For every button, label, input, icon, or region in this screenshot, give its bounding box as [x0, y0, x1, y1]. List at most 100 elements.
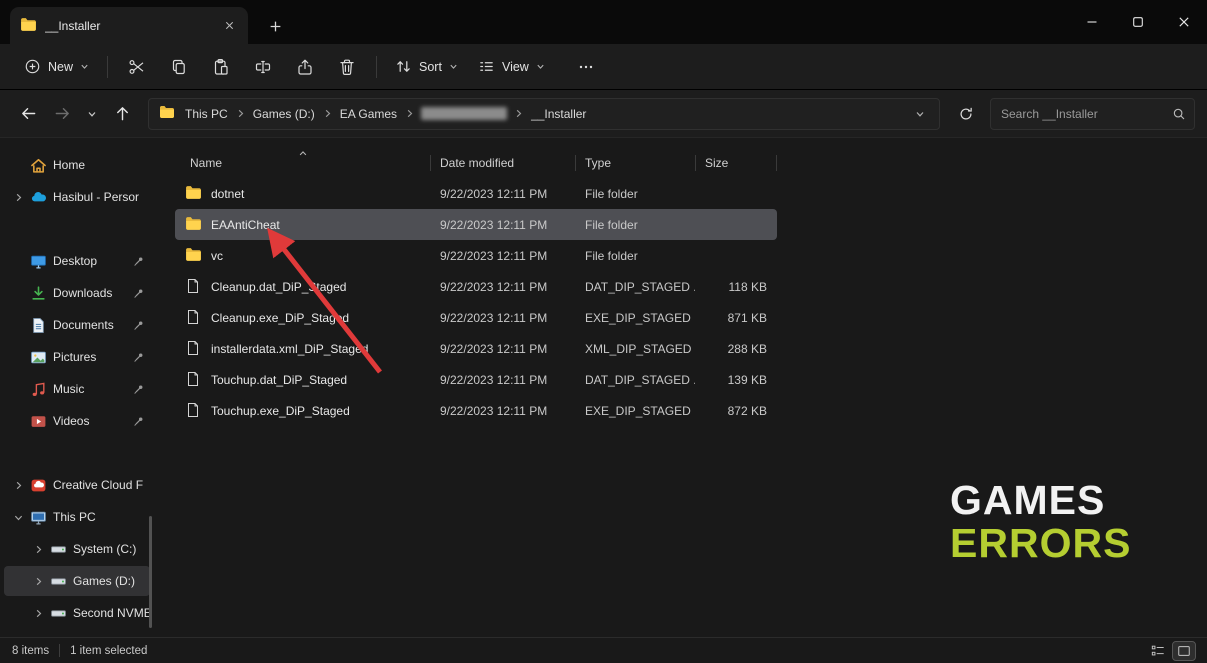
sidebar-item-label: This PC — [53, 510, 150, 524]
chevron-right-icon — [32, 609, 44, 618]
sidebar-item-games-d[interactable]: Games (D:) — [4, 566, 150, 596]
forward-button[interactable] — [46, 98, 78, 130]
sidebar-item-videos[interactable]: Videos — [4, 406, 150, 436]
paste-button[interactable] — [200, 50, 242, 84]
pin-icon — [133, 320, 144, 331]
cut-button[interactable] — [116, 50, 158, 84]
toolbar-separator — [107, 56, 108, 78]
up-button[interactable] — [106, 98, 138, 130]
search-box[interactable] — [990, 98, 1195, 130]
column-header-type[interactable]: Type — [575, 148, 695, 178]
breadcrumb-this-pc[interactable]: This PC — [179, 104, 234, 124]
pictures-icon — [30, 349, 47, 366]
file-list: Name Date modified Type Size dotnet 9/22… — [160, 138, 1207, 637]
sidebar-item-pictures[interactable]: Pictures — [4, 342, 150, 372]
sidebar-item-label: Creative Cloud F — [53, 478, 150, 492]
sidebar-item-music[interactable]: Music — [4, 374, 150, 404]
file-row-touchup-dat[interactable]: Touchup.dat_DiP_Staged 9/22/2023 12:11 P… — [175, 364, 777, 395]
sidebar-item-label: Second NVME — [73, 606, 150, 620]
details-view-toggle[interactable] — [1147, 642, 1169, 660]
breadcrumb-games-drive[interactable]: Games (D:) — [247, 104, 321, 124]
sidebar-item-label: Downloads — [53, 286, 127, 300]
home-icon — [30, 157, 47, 174]
copy-button[interactable] — [158, 50, 200, 84]
desktop-icon — [30, 253, 47, 270]
tab-close-icon[interactable] — [220, 17, 238, 35]
sidebar-item-home[interactable]: Home — [4, 150, 150, 180]
folder-icon — [159, 105, 176, 122]
sidebar-item-label: Home — [53, 158, 150, 172]
sidebar-scrollbar[interactable] — [149, 516, 152, 628]
new-tab-button[interactable] — [262, 13, 288, 39]
back-button[interactable] — [12, 98, 44, 130]
address-dropdown-icon[interactable] — [907, 109, 933, 119]
file-row-vc[interactable]: vc 9/22/2023 12:11 PM File folder — [175, 240, 777, 271]
delete-button[interactable] — [326, 50, 368, 84]
item-count: 8 items — [12, 645, 49, 657]
command-bar: New Sort — [0, 44, 1207, 90]
maximize-button[interactable] — [1115, 0, 1161, 44]
navigation-pane: Home Hasibul - Persor Desktop — [0, 138, 154, 637]
chevron-down-icon — [536, 62, 545, 71]
sidebar-item-second-nvme[interactable]: Second NVME — [4, 598, 150, 628]
file-icon — [185, 371, 202, 388]
sidebar-item-documents[interactable]: Documents — [4, 310, 150, 340]
file-row-cleanup-exe[interactable]: Cleanup.exe_DiP_Staged 9/22/2023 12:11 P… — [175, 302, 777, 333]
breadcrumb-redacted-segment[interactable] — [421, 107, 507, 120]
column-header-date-modified[interactable]: Date modified — [430, 148, 575, 178]
folder-icon — [185, 216, 202, 233]
refresh-button[interactable] — [950, 98, 982, 130]
file-icon — [185, 278, 202, 295]
share-button[interactable] — [284, 50, 326, 84]
sidebar-item-onedrive[interactable]: Hasibul - Persor — [4, 182, 150, 212]
drive-icon — [50, 541, 67, 558]
file-icon — [185, 309, 202, 326]
window-controls — [1069, 0, 1207, 44]
sidebar-item-label: System (C:) — [73, 542, 150, 556]
sidebar-item-label: Pictures — [53, 350, 127, 364]
more-options-button[interactable] — [565, 50, 607, 84]
file-row-installerdata-xml[interactable]: installerdata.xml_DiP_Staged 9/22/2023 1… — [175, 333, 777, 364]
sidebar-item-creative-cloud[interactable]: Creative Cloud F — [4, 470, 150, 500]
view-button[interactable]: View — [468, 50, 555, 84]
minimize-button[interactable] — [1069, 0, 1115, 44]
sidebar-item-label: Desktop — [53, 254, 127, 268]
pin-icon — [133, 384, 144, 395]
folder-icon — [185, 185, 202, 202]
recent-locations-button[interactable] — [80, 98, 104, 130]
thumbnail-view-toggle[interactable] — [1173, 642, 1195, 660]
folder-icon — [20, 17, 37, 34]
new-button[interactable]: New — [14, 50, 99, 84]
chevron-down-icon — [12, 513, 24, 522]
search-input[interactable] — [1001, 107, 1172, 121]
sidebar-item-desktop[interactable]: Desktop — [4, 246, 150, 276]
sidebar-item-system-c[interactable]: System (C:) — [4, 534, 150, 564]
column-header-name[interactable]: Name — [175, 148, 430, 178]
chevron-right-icon — [514, 109, 523, 118]
sort-button[interactable]: Sort — [385, 50, 468, 84]
pin-icon — [133, 352, 144, 363]
selection-count: 1 item selected — [70, 645, 147, 657]
navigation-bar: This PC Games (D:) EA Games __Installer — [0, 90, 1207, 138]
tab-title: __Installer — [45, 19, 212, 33]
address-bar[interactable]: This PC Games (D:) EA Games __Installer — [148, 98, 940, 130]
toolbar-separator — [376, 56, 377, 78]
explorer-tab[interactable]: __Installer — [10, 7, 248, 44]
sidebar-item-this-pc[interactable]: This PC — [4, 502, 150, 532]
file-row-dotnet[interactable]: dotnet 9/22/2023 12:11 PM File folder — [175, 178, 777, 209]
search-icon — [1172, 107, 1186, 121]
pin-icon — [133, 288, 144, 299]
drive-icon — [50, 573, 67, 590]
downloads-icon — [30, 285, 47, 302]
breadcrumb-installer[interactable]: __Installer — [525, 104, 592, 124]
file-row-eaanticheat[interactable]: EAAntiCheat 9/22/2023 12:11 PM File fold… — [175, 209, 777, 240]
chevron-down-icon — [449, 62, 458, 71]
pin-icon — [133, 256, 144, 267]
sidebar-item-downloads[interactable]: Downloads — [4, 278, 150, 308]
close-button[interactable] — [1161, 0, 1207, 44]
file-row-touchup-exe[interactable]: Touchup.exe_DiP_Staged 9/22/2023 12:11 P… — [175, 395, 777, 426]
rename-button[interactable] — [242, 50, 284, 84]
file-row-cleanup-dat[interactable]: Cleanup.dat_DiP_Staged 9/22/2023 12:11 P… — [175, 271, 777, 302]
column-header-size[interactable]: Size — [695, 148, 777, 178]
breadcrumb-ea-games[interactable]: EA Games — [334, 104, 403, 124]
